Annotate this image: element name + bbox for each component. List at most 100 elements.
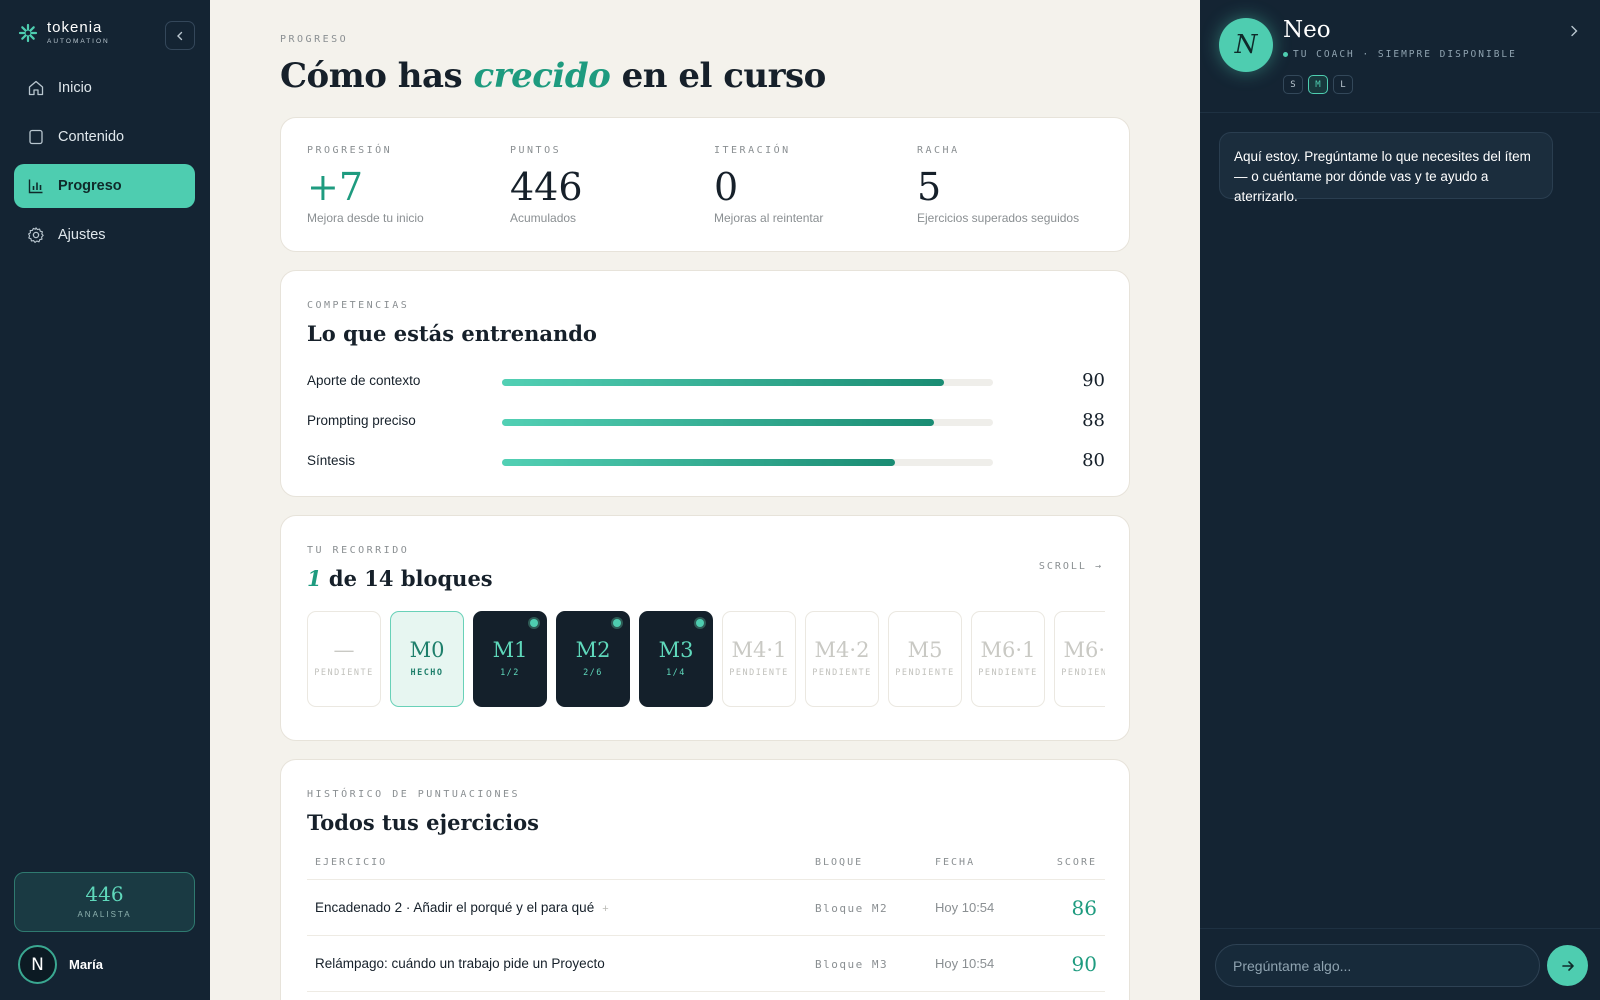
block-card[interactable]: M1 1/2 — [473, 611, 547, 707]
stat-puntos: PUNTOS 446 Acumulados — [510, 145, 583, 225]
user-profile[interactable]: N María — [18, 945, 103, 984]
score-cell: 86 — [1071, 896, 1097, 920]
chevron-left-icon — [177, 31, 183, 40]
chat-input[interactable] — [1215, 944, 1540, 987]
section-title: 1 de 14 bloques — [307, 566, 1105, 591]
online-status-dot — [1283, 52, 1288, 57]
competencias-card: COMPETENCIAS Lo que estás entrenando Apo… — [280, 270, 1130, 497]
collapse-coach-button[interactable] — [1568, 24, 1580, 43]
stat-value: 0 — [714, 165, 739, 209]
block-status: PENDIENTE — [812, 668, 872, 678]
block-card[interactable]: M4·1 PENDIENTE — [722, 611, 796, 707]
section-eyebrow: COMPETENCIAS — [307, 300, 410, 311]
stat-description: Acumulados — [510, 211, 577, 225]
points-value: 446 — [85, 882, 124, 906]
main-content: PROGRESO Cómo has crecido en el curso PR… — [210, 0, 1200, 1000]
block-status: 1/2 — [500, 668, 520, 678]
page-title: Cómo has crecido en el curso — [280, 56, 826, 96]
coach-avatar: N — [1219, 18, 1273, 72]
column-header-block: BLOQUE — [815, 857, 864, 868]
in-progress-dot — [530, 619, 538, 627]
block-card[interactable]: M6·2 PENDIENTE — [1054, 611, 1105, 707]
skill-value: 80 — [1082, 450, 1105, 471]
divider — [1200, 112, 1600, 113]
size-l-button[interactable]: L — [1333, 75, 1353, 94]
send-button[interactable] — [1547, 945, 1588, 986]
block-name: M2 — [575, 638, 611, 662]
block-name: M1 — [492, 638, 528, 662]
section-title: Lo que estás entrenando — [307, 321, 597, 346]
points-card: 446 ANALISTA — [14, 872, 195, 932]
scroll-hint[interactable]: SCROLL → — [1039, 561, 1103, 572]
block-status: PENDIENTE — [729, 668, 789, 678]
skill-bar-fill — [502, 419, 935, 426]
stat-value: 5 — [917, 165, 942, 209]
block-name: M0 — [409, 638, 445, 662]
column-header-score: SCORE — [1056, 857, 1097, 868]
block-status: PENDIENTE — [1061, 668, 1105, 678]
page-title-accent: crecido — [473, 56, 611, 96]
panel-size-toggle: S M L — [1283, 75, 1353, 94]
stats-card: PROGRESIÓN +7 Mejora desde tu inicio PUN… — [280, 117, 1130, 252]
page-eyebrow: PROGRESO — [280, 34, 349, 45]
stat-iteracion: ITERACIÓN 0 Mejoras al reintentar — [714, 145, 823, 225]
block-status: HECHO — [410, 668, 444, 678]
block-card[interactable]: — PENDIENTE — [307, 611, 381, 707]
sidebar-item-label: Ajustes — [58, 227, 106, 243]
exercise-cell: Relámpago: cuándo un trabajo pide un Pro… — [315, 956, 605, 971]
size-s-button[interactable]: S — [1283, 75, 1303, 94]
blocks-scroller[interactable]: — PENDIENTE M0 HECHO M1 1/2 M2 2/6 M3 1/4 M4·1 PEND… — [307, 611, 1105, 707]
exercise-name: Relámpago: cuándo un trabajo pide un Pro… — [315, 956, 605, 971]
exercise-cell: Encadenado 2 · Añadir el porqué y el par… — [315, 900, 609, 915]
table-header: EJERCICIO BLOQUE FECHA SCORE — [307, 855, 1105, 880]
stat-label: ITERACIÓN — [714, 145, 791, 156]
blocks-row: — PENDIENTE M0 HECHO M1 1/2 M2 2/6 M3 1/4 M4·1 PEND… — [307, 611, 1105, 707]
sidebar-item-label: Progreso — [58, 178, 122, 194]
sidebar-item-contenido[interactable]: Contenido — [14, 115, 195, 159]
block-name: M6·2 — [1063, 638, 1105, 662]
recorrido-card: TU RECORRIDO 1 de 14 bloques SCROLL → — P… — [280, 515, 1130, 741]
collapse-sidebar-button[interactable] — [165, 21, 195, 50]
skill-bar-fill — [502, 459, 895, 466]
sidebar-item-progreso[interactable]: Progreso — [14, 164, 195, 208]
skill-value: 90 — [1082, 370, 1105, 391]
block-card[interactable]: M2 2/6 — [556, 611, 630, 707]
gear-icon — [27, 226, 45, 244]
size-m-button[interactable]: M — [1308, 75, 1328, 94]
arrow-right-icon — [1561, 960, 1574, 971]
coach-status-text: TU COACH · SIEMPRE DISPONIBLE — [1293, 49, 1517, 60]
stat-racha: RACHA 5 Ejercicios superados seguidos — [917, 145, 1079, 225]
divider — [1200, 928, 1600, 929]
sidebar-item-ajustes[interactable]: Ajustes — [14, 213, 195, 257]
brand-logo[interactable]: tokenia AUTOMATION — [18, 20, 110, 45]
coach-name: Neo — [1283, 17, 1331, 43]
table-row[interactable]: Relámpago: cuándo un trabajo pide un Pro… — [307, 936, 1105, 992]
exercise-mark: + — [602, 903, 609, 915]
block-card[interactable]: M5 PENDIENTE — [888, 611, 962, 707]
column-header-date: FECHA — [935, 857, 976, 868]
skill-label: Prompting preciso — [307, 413, 416, 428]
block-card[interactable]: M0 HECHO — [390, 611, 464, 707]
table-row[interactable]: Encadenado 2 · Añadir el porqué y el par… — [307, 880, 1105, 936]
date-cell: Hoy 10:54 — [935, 900, 995, 915]
brand-name: tokenia — [47, 19, 103, 36]
historico-card: HISTÓRICO DE PUNTUACIONES Todos tus ejer… — [280, 759, 1130, 1000]
skill-row: Prompting preciso 88 — [307, 410, 1105, 432]
block-status: 1/4 — [666, 668, 686, 678]
block-card[interactable]: M6·1 PENDIENTE — [971, 611, 1045, 707]
stat-label: RACHA — [917, 145, 960, 156]
skill-label: Aporte de contexto — [307, 373, 421, 388]
date-cell: Hoy 10:54 — [935, 956, 995, 971]
avatar: N — [18, 945, 57, 984]
sidebar: tokenia AUTOMATION Inicio Contenido Prog… — [0, 0, 210, 1000]
block-status: PENDIENTE — [314, 668, 374, 678]
block-name: M6·1 — [980, 638, 1036, 662]
sidebar-item-inicio[interactable]: Inicio — [14, 66, 195, 110]
block-name: — — [333, 638, 355, 662]
block-card[interactable]: M3 1/4 — [639, 611, 713, 707]
square-icon — [27, 128, 45, 146]
stat-label: PROGRESIÓN — [307, 145, 393, 156]
block-card[interactable]: M4·2 PENDIENTE — [805, 611, 879, 707]
block-cell: Bloque M3 — [815, 958, 889, 971]
blocks-completed-count: 1 — [307, 566, 322, 591]
